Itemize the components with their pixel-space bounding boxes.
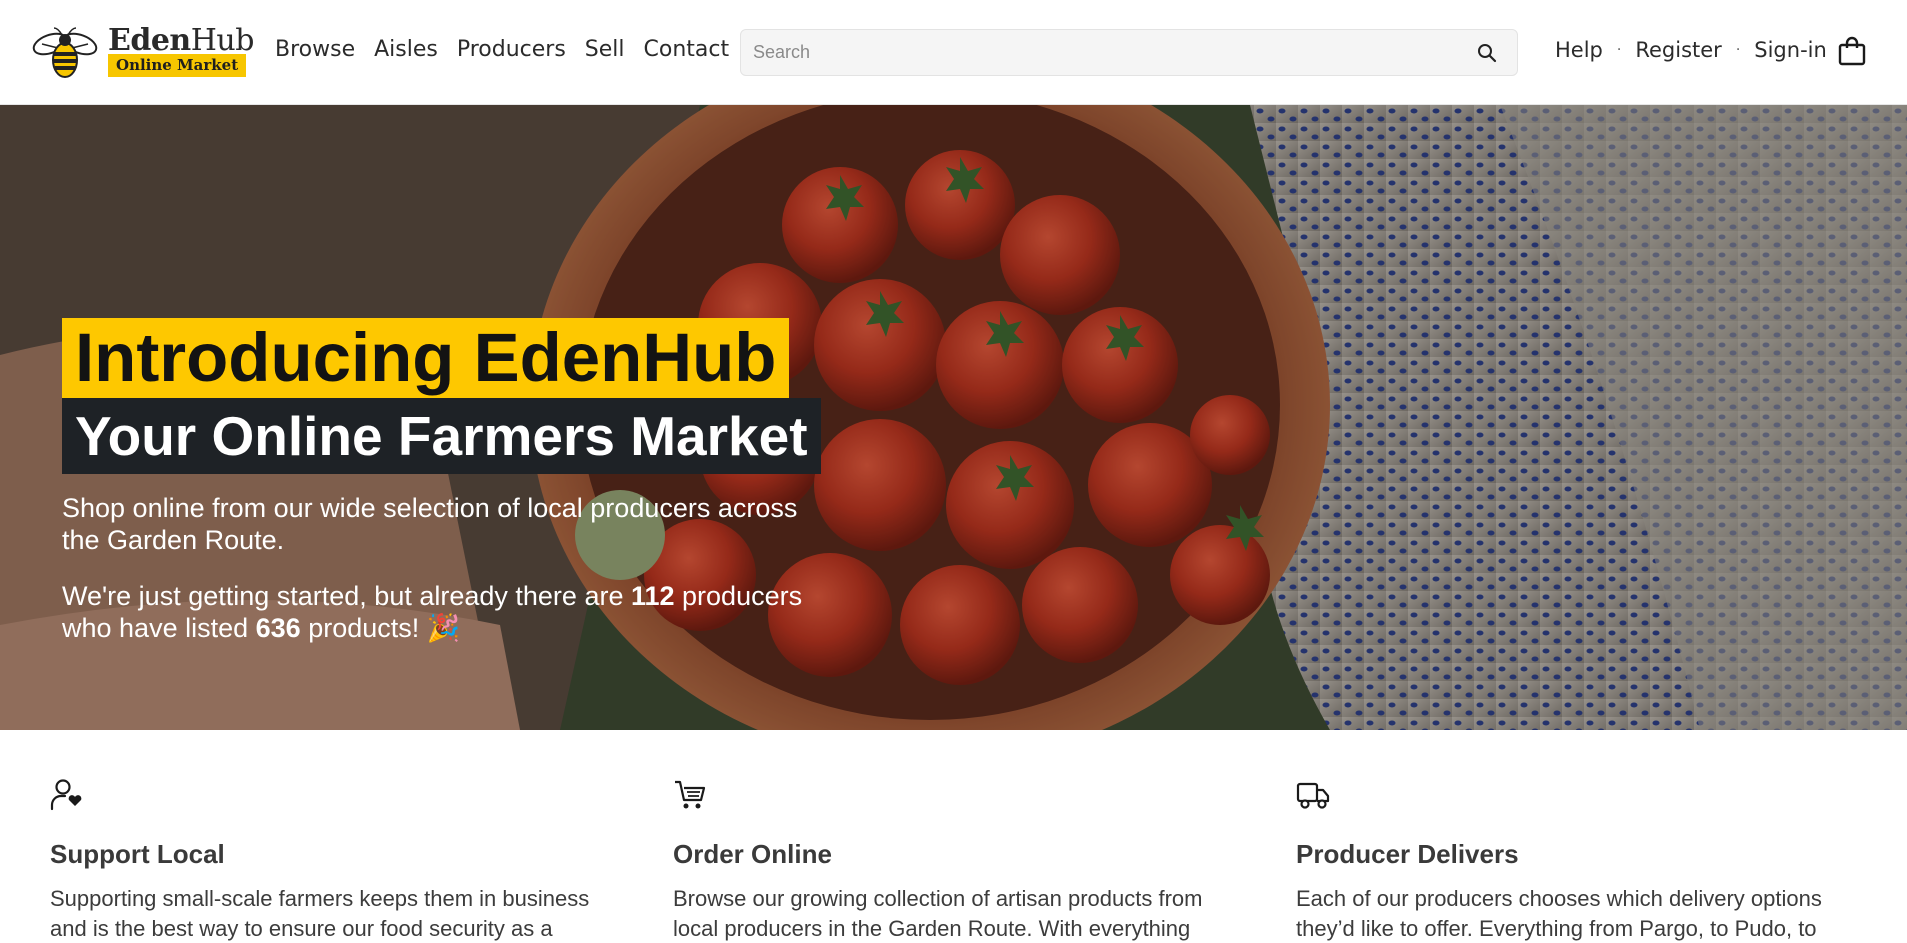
hero-subtitle: Your Online Farmers Market	[62, 398, 821, 474]
hero-stats: We're just getting started, but already …	[62, 581, 803, 643]
logo-wordmark: EdenHub	[108, 23, 254, 58]
search-icon[interactable]	[1477, 43, 1497, 63]
separator: ·	[1735, 42, 1741, 58]
truck-icon	[1296, 782, 1330, 809]
search-input[interactable]	[753, 30, 1453, 75]
nav-aisles[interactable]: Aisles	[374, 36, 438, 64]
bee-icon	[32, 27, 98, 78]
help-link[interactable]: Help	[1555, 38, 1603, 62]
feature-text: Each of our producers chooses which deli…	[1296, 886, 1822, 941]
site-logo[interactable]: EdenHub Online Market	[28, 24, 254, 80]
shopping-bag-icon[interactable]	[1838, 36, 1866, 66]
feature-order-online: Order Online Browse our growing collecti…	[673, 778, 1253, 943]
logo-tagline: Online Market	[108, 54, 247, 77]
nav-browse[interactable]: Browse	[275, 36, 355, 64]
nav-producers[interactable]: Producers	[457, 36, 566, 64]
main-nav: Browse Aisles Producers Sell Contact	[275, 36, 729, 64]
nav-sell[interactable]: Sell	[585, 36, 625, 64]
separator: ·	[1616, 42, 1622, 58]
feature-support-local: Support Local Supporting small-scale far…	[50, 778, 630, 943]
cart-icon	[675, 780, 706, 809]
nav-contact[interactable]: Contact	[644, 36, 730, 64]
product-count: 636	[255, 613, 301, 643]
feature-producer-delivers: Producer Delivers Each of our producers …	[1296, 778, 1876, 943]
feature-text: Browse our growing collection of artisan…	[673, 886, 1203, 941]
register-link[interactable]: Register	[1635, 38, 1721, 62]
search-box	[740, 29, 1518, 76]
hero-title: Introducing EdenHub	[62, 318, 790, 398]
features-section: Support Local Supporting small-scale far…	[0, 730, 1907, 943]
site-header: EdenHub Online Market Browse Aisles Prod…	[0, 0, 1907, 105]
feature-title: Support Local	[50, 839, 225, 869]
signin-link[interactable]: Sign-in	[1754, 38, 1827, 62]
hero-description: Shop online from our wide selection of l…	[62, 493, 798, 555]
feature-title: Order Online	[673, 839, 832, 869]
user-heart-icon	[50, 779, 82, 811]
feature-text: Supporting small-scale farmers keeps the…	[50, 886, 590, 941]
account-links: Help · Register · Sign-in	[1555, 38, 1827, 62]
producer-count: 112	[630, 581, 675, 611]
feature-title: Producer Delivers	[1296, 839, 1519, 869]
